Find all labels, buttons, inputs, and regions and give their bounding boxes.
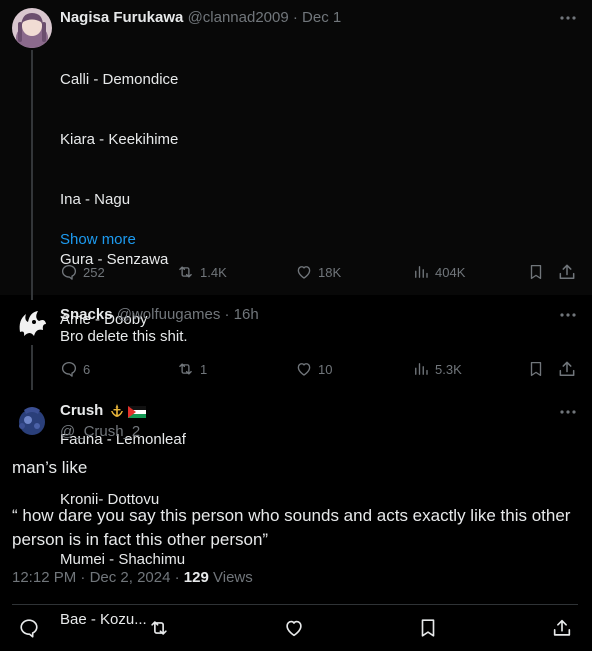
reply-button[interactable]: 252: [60, 262, 105, 282]
user-handle-row: @_Crush_2: [60, 423, 140, 441]
tweet-line: Kiara - Keekihime: [60, 131, 179, 148]
repost-count: 1: [200, 361, 208, 377]
views-label: Views: [213, 569, 253, 586]
tweet-line: Calli - Demondice: [60, 71, 179, 88]
reply-icon: [61, 264, 77, 280]
display-name[interactable]: Nagisa Furukawa: [60, 9, 183, 26]
views-icon: [415, 363, 428, 375]
avatar-crush[interactable]: [12, 400, 52, 440]
heart-icon: [297, 266, 311, 279]
reply-icon[interactable]: [18, 617, 40, 639]
user-handle[interactable]: @clannad2009: [188, 9, 289, 26]
show-more-link[interactable]: Show more: [60, 230, 136, 250]
emblem-icon: [108, 402, 126, 420]
repost-button[interactable]: 1.4K: [176, 262, 227, 282]
bookmark-icon[interactable]: [417, 617, 439, 639]
more-horizontal-icon[interactable]: [558, 305, 578, 325]
display-name[interactable]: Snacks: [60, 306, 113, 323]
tweet-text-line: man’s like: [12, 458, 88, 477]
view-count: 5.3K: [435, 361, 462, 377]
heart-icon: [297, 363, 311, 376]
share-icon[interactable]: [557, 359, 577, 379]
bookmark-icon[interactable]: [527, 262, 547, 282]
thread-connector-line: [31, 50, 33, 300]
separator: ·: [224, 306, 230, 323]
thread-connector-line: [31, 345, 33, 390]
tweet-meta: 12:12 PM · Dec 2, 2024 · 129 Views: [12, 569, 253, 586]
repost-button[interactable]: 1: [176, 359, 207, 379]
reply-count: 6: [83, 361, 91, 377]
repost-icon[interactable]: [148, 617, 170, 639]
like-button[interactable]: 18K: [295, 262, 341, 282]
repost-icon: [179, 363, 192, 375]
tweet-header: Crush: [60, 402, 103, 420]
view-count: 129: [183, 569, 209, 586]
repost-icon: [179, 266, 192, 278]
tweet-time[interactable]: 12:12 PM: [12, 569, 76, 586]
reply-count: 252: [83, 264, 105, 280]
views-button[interactable]: 5.3K: [412, 359, 462, 379]
divider: [12, 604, 578, 605]
heart-icon[interactable]: [283, 617, 305, 639]
like-count: 18K: [318, 264, 342, 280]
tweet-text-quote: “ how dare you say this person who sound…: [12, 506, 576, 549]
separator: ·: [292, 9, 298, 26]
reply-button[interactable]: 6: [60, 359, 90, 379]
reply-icon: [61, 361, 77, 377]
share-icon[interactable]: [557, 262, 577, 282]
repost-count: 1.4K: [200, 264, 227, 280]
share-icon[interactable]: [551, 617, 573, 639]
tweet-header: Snacks @wolfuugames · 16h: [60, 306, 259, 324]
like-count: 10: [318, 361, 333, 377]
avatar-nagisa[interactable]: [12, 8, 52, 48]
tweet-text: Bro delete this shit.: [60, 328, 188, 345]
avatar-snacks[interactable]: [12, 304, 52, 344]
views-button[interactable]: 404K: [412, 262, 465, 282]
user-handle[interactable]: @wolfuugames: [117, 306, 221, 323]
tweet-line: Ina - Nagu: [60, 191, 131, 208]
timestamp[interactable]: 16h: [234, 306, 259, 323]
more-horizontal-icon[interactable]: [558, 402, 578, 422]
timestamp[interactable]: Dec 1: [302, 9, 341, 26]
user-handle[interactable]: @_Crush_2: [60, 423, 140, 440]
like-button[interactable]: 10: [295, 359, 332, 379]
tweet-header: Nagisa Furukawa @clannad2009 · Dec 1: [60, 9, 341, 27]
view-count: 404K: [435, 264, 466, 280]
bookmark-icon[interactable]: [527, 359, 547, 379]
display-name[interactable]: Crush: [60, 402, 103, 419]
palestine-flag-icon: [128, 405, 146, 418]
views-icon: [415, 266, 428, 278]
more-horizontal-icon[interactable]: [558, 8, 578, 28]
tweet-date[interactable]: Dec 2, 2024: [90, 569, 171, 586]
tweet-line: Mumei - Shachimu: [60, 551, 186, 568]
